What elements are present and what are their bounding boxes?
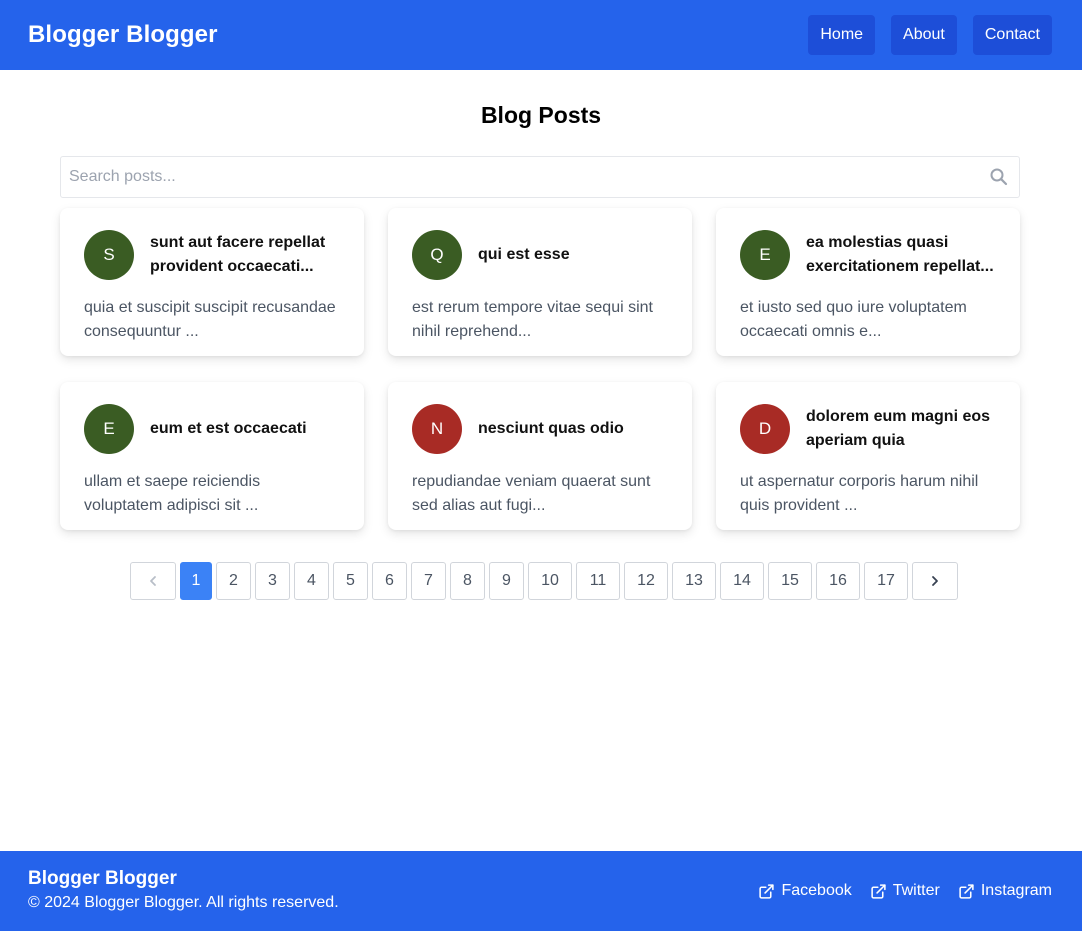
external-link-icon <box>759 883 775 899</box>
instagram-link-label: Instagram <box>980 882 1052 899</box>
footer-info: Blogger Blogger © 2024 Blogger Blogger. … <box>28 867 339 915</box>
page-button-8[interactable]: 8 <box>450 562 485 600</box>
footer-brand: Blogger Blogger <box>28 868 177 889</box>
post-card[interactable]: N nesciunt quas odio repudiandae veniam … <box>388 382 692 530</box>
post-excerpt: est rerum tempore vitae sequi sint nihil… <box>412 299 653 340</box>
post-title[interactable]: dolorem eum magni eos aperiam quia <box>806 405 996 453</box>
post-card[interactable]: Q qui est esse est rerum tempore vitae s… <box>388 208 692 356</box>
post-avatar: E <box>84 404 134 454</box>
instagram-link[interactable]: Instagram <box>958 882 1052 900</box>
site-header: Blogger Blogger Home About Contact <box>0 0 1082 70</box>
page-button-4[interactable]: 4 <box>294 562 329 600</box>
page-button-15[interactable]: 15 <box>768 562 812 600</box>
pagination: 1 2 3 4 5 6 7 8 9 10 11 12 13 14 15 16 1… <box>130 562 958 600</box>
post-excerpt: et iusto sed quo iure voluptatem occaeca… <box>740 299 967 340</box>
page-button-14[interactable]: 14 <box>720 562 764 600</box>
chevron-left-icon <box>150 576 156 586</box>
main-nav: Home About Contact <box>808 15 1052 55</box>
post-avatar: D <box>740 404 790 454</box>
page-button-1[interactable]: 1 <box>180 562 212 600</box>
external-link-icon <box>871 883 886 899</box>
social-links: Facebook Twitter Instagram <box>758 882 1052 900</box>
page-button-6[interactable]: 6 <box>372 562 407 600</box>
post-title[interactable]: sunt aut facere repellat provident occae… <box>150 231 340 279</box>
page-button-5[interactable]: 5 <box>333 562 368 600</box>
post-excerpt: ullam et saepe reiciendis voluptatem adi… <box>84 473 261 514</box>
prev-page-button[interactable] <box>130 562 176 600</box>
post-card[interactable]: S sunt aut facere repellat provident occ… <box>60 208 364 356</box>
page-title: Blog Posts <box>480 102 602 128</box>
site-footer: Blogger Blogger © 2024 Blogger Blogger. … <box>0 851 1082 931</box>
post-title[interactable]: nesciunt quas odio <box>478 417 624 441</box>
page-button-17[interactable]: 17 <box>864 562 908 600</box>
post-title[interactable]: qui est esse <box>478 243 570 267</box>
post-card[interactable]: D dolorem eum magni eos aperiam quia ut … <box>716 382 1020 530</box>
site-brand[interactable]: Blogger Blogger <box>28 21 218 49</box>
footer-copyright: © 2024 Blogger Blogger. All rights reser… <box>28 894 339 911</box>
post-title[interactable]: ea molestias quasi exercitationem repell… <box>806 231 996 279</box>
nav-contact-button[interactable]: Contact <box>972 15 1052 55</box>
nav-about-button[interactable]: About <box>891 15 957 55</box>
post-avatar: Q <box>412 230 462 280</box>
page-button-10[interactable]: 10 <box>528 562 572 600</box>
post-card[interactable]: E eum et est occaecati ullam et saepe re… <box>60 382 364 530</box>
chevron-right-icon <box>932 576 938 586</box>
facebook-link-label: Facebook <box>781 882 852 899</box>
twitter-link[interactable]: Twitter <box>870 882 940 900</box>
post-excerpt: quia et suscipit suscipit recusandae con… <box>84 299 336 340</box>
page-button-3[interactable]: 3 <box>255 562 290 600</box>
page-button-9[interactable]: 9 <box>489 562 524 600</box>
search-bar <box>60 156 1020 198</box>
search-icon[interactable] <box>979 167 1019 187</box>
post-card[interactable]: E ea molestias quasi exercitationem repe… <box>716 208 1020 356</box>
post-avatar: E <box>740 230 790 280</box>
search-input[interactable] <box>61 157 979 197</box>
next-page-button[interactable] <box>912 562 958 600</box>
post-excerpt: ut aspernatur corporis harum nihil quis … <box>740 473 979 514</box>
twitter-link-label: Twitter <box>892 882 940 899</box>
post-avatar: S <box>84 230 134 280</box>
page-button-16[interactable]: 16 <box>816 562 860 600</box>
external-link-icon <box>959 883 974 899</box>
facebook-link[interactable]: Facebook <box>758 882 852 900</box>
post-title[interactable]: eum et est occaecati <box>150 417 307 441</box>
page-button-11[interactable]: 11 <box>576 562 620 600</box>
posts-grid: S sunt aut facere repellat provident occ… <box>60 208 1020 530</box>
post-avatar: N <box>412 404 462 454</box>
page-button-2[interactable]: 2 <box>216 562 251 600</box>
page-button-12[interactable]: 12 <box>624 562 668 600</box>
page-button-13[interactable]: 13 <box>672 562 716 600</box>
page-button-7[interactable]: 7 <box>411 562 446 600</box>
post-excerpt: repudiandae veniam quaerat sunt sed alia… <box>412 473 651 514</box>
nav-home-button[interactable]: Home <box>808 15 876 55</box>
